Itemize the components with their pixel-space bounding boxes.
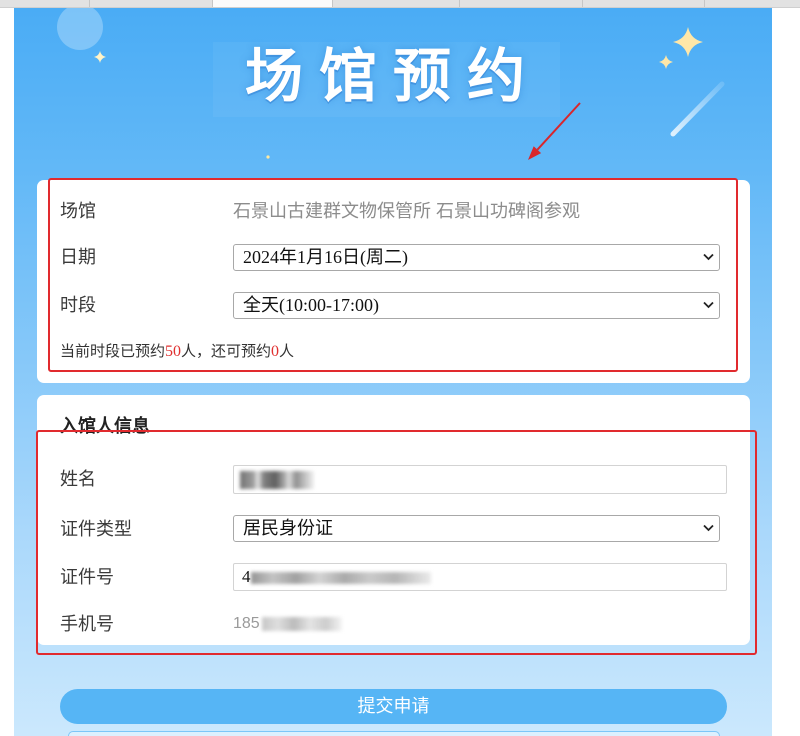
annotation-arrow [528, 102, 581, 160]
annotation-box-booking [48, 178, 738, 372]
browser-tab-strip [0, 0, 800, 8]
browser-tab[interactable] [333, 0, 460, 7]
page: 场馆预约 场馆 石景山古建群文物保管所 石景山功碑阁参观 日期 2024年1月1… [0, 0, 800, 736]
browser-tab[interactable] [583, 0, 705, 7]
browser-tab[interactable] [90, 0, 213, 7]
browser-tab[interactable] [460, 0, 583, 7]
browser-tab[interactable] [0, 0, 90, 7]
annotation-arrow-shaft [536, 102, 581, 151]
browser-tab-active[interactable] [213, 0, 333, 7]
browser-tab[interactable] [705, 0, 800, 7]
annotation-box-visitor [36, 430, 757, 655]
submit-button[interactable]: 提交申请 [60, 689, 727, 724]
secondary-button[interactable] [68, 731, 720, 736]
